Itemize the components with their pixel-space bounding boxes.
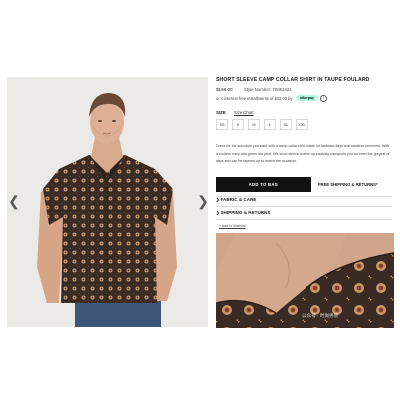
divider <box>216 219 392 220</box>
style-number: Style Number: 70651421 <box>244 87 292 92</box>
chevron-right-icon[interactable]: ❯ <box>197 194 209 208</box>
accordion-shipping-returns[interactable]: ❯ SHIPPING & RETURNS <box>216 210 271 215</box>
product-main-image[interactable] <box>7 77 208 327</box>
accordion-label: FABRIC & CARE <box>220 197 257 202</box>
product-price: $168.00 <box>216 87 233 92</box>
size-option-xxl[interactable]: XXL <box>296 119 308 130</box>
size-label: SIZE <box>216 110 226 115</box>
chevron-left-icon[interactable]: ❮ <box>8 194 20 208</box>
size-chart-link[interactable]: Size Chart <box>234 110 254 115</box>
divider <box>216 206 392 207</box>
model-photo <box>7 77 208 327</box>
accordion-label: SHIPPING & RETURNS <box>220 210 271 215</box>
size-option-s[interactable]: S <box>232 119 244 130</box>
product-page: ❮ ❯ SHORT SLEEVE CAMP COLLAR SHIRT IN TA… <box>0 0 400 400</box>
size-selector: XS S M L XL XXL <box>216 119 308 130</box>
info-icon[interactable]: i <box>320 95 327 102</box>
free-shipping-link[interactable]: FREE SHIPPING & RETURNS* <box>318 182 378 187</box>
product-description: Dress for the schedule you want with a c… <box>216 144 390 163</box>
size-option-xl[interactable]: XL <box>280 119 292 130</box>
add-to-bag-button[interactable]: ADD TO BAG <box>216 177 311 192</box>
product-title: SHORT SLEEVE CAMP COLLAR SHIRT IN TAUPE … <box>216 77 370 83</box>
add-to-wishlist-link[interactable]: + Add to Wishlist <box>219 224 246 228</box>
size-option-m[interactable]: M <box>248 119 260 130</box>
watermark: 公众号 · 时尚男装 <box>302 313 339 318</box>
accordion-fabric-care[interactable]: ❯ FABRIC & CARE <box>216 197 256 202</box>
afterpay-badge[interactable]: afterpay <box>296 95 318 101</box>
size-option-xs[interactable]: XS <box>216 119 228 130</box>
installments-text: or 4 interest-free installments of $42.0… <box>216 96 293 101</box>
size-option-l[interactable]: L <box>264 119 276 130</box>
